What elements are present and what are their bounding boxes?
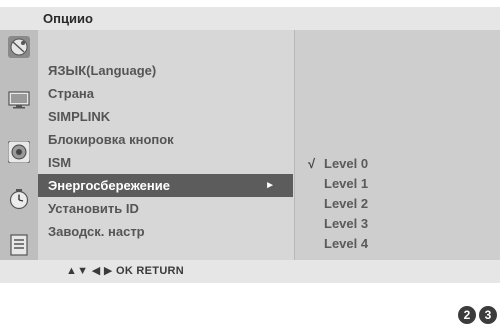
menu-item-language[interactable]: ЯЗЫК(Language)	[38, 59, 294, 82]
level-option-label: Level 2	[324, 196, 369, 211]
category-icon-column	[0, 30, 38, 260]
menu-item-label: ISM	[48, 155, 72, 170]
menu-item-label: Заводск. настр	[48, 224, 145, 239]
level-option-0[interactable]: √ Level 0	[295, 154, 500, 173]
level-option-2[interactable]: Level 2	[295, 194, 500, 213]
speaker-icon[interactable]	[7, 140, 31, 164]
level-option-label: Level 4	[324, 236, 369, 251]
submenu-arrow-icon: ►	[265, 180, 275, 191]
level-option-label: Level 1	[324, 176, 369, 191]
option-menu-list: ЯЗЫК(Language) Страна SIMPLINK Блокировк…	[38, 30, 294, 260]
menu-item-label: SIMPLINK	[48, 109, 111, 124]
menu-item-label: Установить ID	[48, 201, 139, 216]
level-option-label: Level 3	[324, 216, 369, 231]
step-number-badge: 3	[479, 306, 497, 324]
step-number-badge: 2	[458, 306, 476, 324]
menu-item-energy-saving[interactable]: Энергосбережение ►	[38, 174, 293, 197]
navigation-hint: ▲▼ ◀ ▶ OK RETURN	[66, 265, 185, 277]
checkmark-icon: √	[308, 156, 316, 171]
menu-item-label: Энергосбережение	[48, 178, 170, 193]
satellite-dish-icon[interactable]	[8, 36, 30, 58]
menu-item-set-id[interactable]: Установить ID	[38, 197, 294, 220]
option-list-icon[interactable]	[8, 234, 30, 256]
menu-item-key-lock[interactable]: Блокировка кнопок	[38, 128, 294, 151]
menu-item-country[interactable]: Страна	[38, 82, 294, 105]
navigation-hint-bar: ▲▼ ◀ ▶ OK RETURN	[0, 260, 500, 283]
osd-menu: Опциио ЯЗЫК(Language) Страна SIMPLINK Бл…	[0, 7, 500, 283]
menu-item-ism[interactable]: ISM	[38, 151, 294, 174]
level-option-4[interactable]: Level 4	[295, 234, 500, 253]
menu-title: Опциио	[43, 11, 93, 26]
menu-item-label: ЯЗЫК(Language)	[48, 63, 157, 78]
level-option-label: Level 0	[324, 156, 369, 171]
level-option-1[interactable]: Level 1	[295, 174, 500, 193]
tv-screen-icon[interactable]	[8, 88, 30, 110]
level-option-3[interactable]: Level 3	[295, 214, 500, 233]
menu-item-factory-reset[interactable]: Заводск. настр	[38, 220, 294, 243]
menu-item-label: Страна	[48, 86, 95, 101]
clock-icon[interactable]	[8, 188, 30, 210]
menu-item-simplink[interactable]: SIMPLINK	[38, 105, 294, 128]
menu-item-label: Блокировка кнопок	[48, 132, 174, 147]
energy-saving-submenu: √ Level 0 Level 1 Level 2 Level 3 Level …	[295, 30, 500, 260]
title-bar: Опциио	[0, 7, 500, 30]
